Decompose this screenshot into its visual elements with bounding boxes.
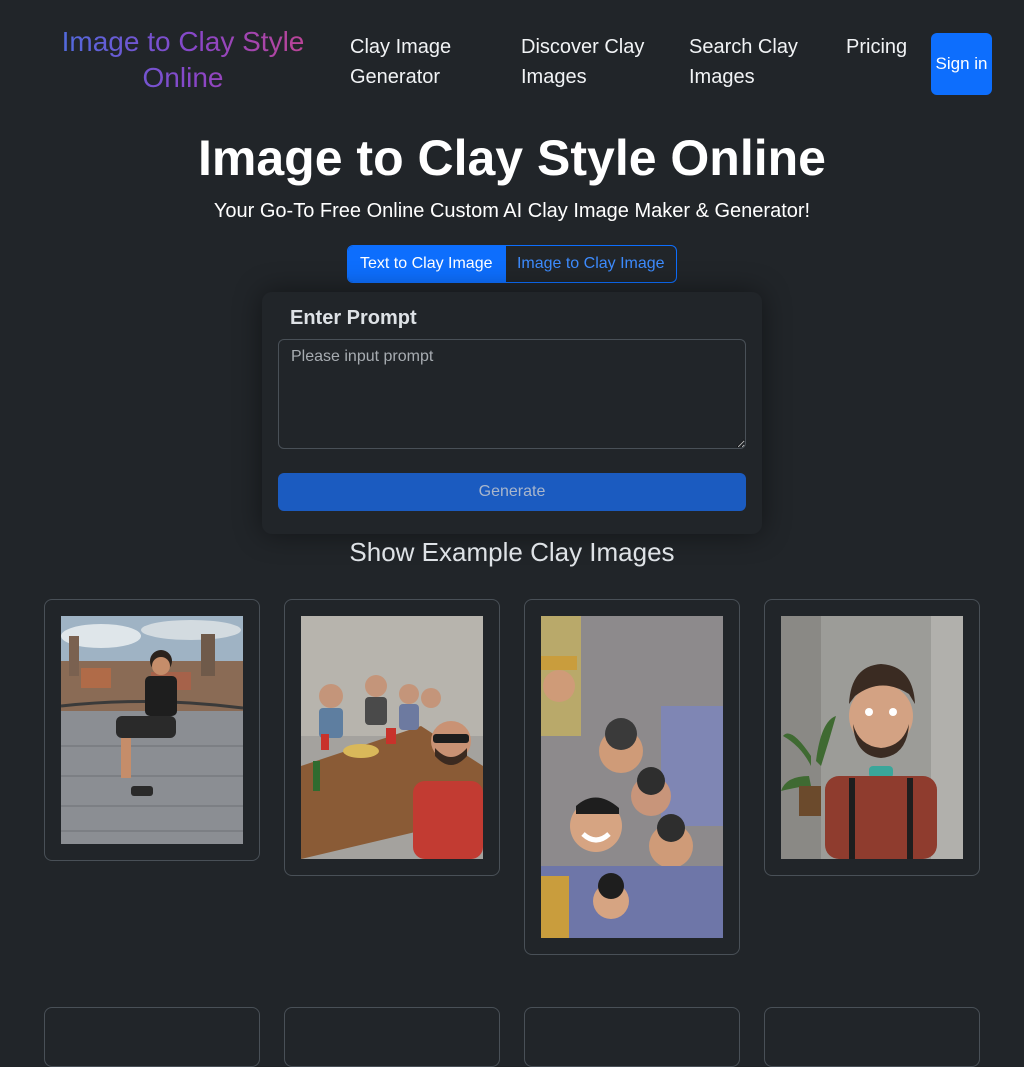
nav-discover-clay-images[interactable]: Discover Clay Images <box>521 32 661 92</box>
example-card-5[interactable] <box>44 1007 260 1067</box>
example-image-3 <box>541 616 723 938</box>
example-card-1[interactable] <box>44 599 260 861</box>
example-image-1 <box>61 616 243 844</box>
generate-button[interactable]: Generate <box>278 473 746 511</box>
nav-pricing[interactable]: Pricing <box>846 32 926 62</box>
tab-image-to-clay-image[interactable]: Image to Clay Image <box>504 246 676 282</box>
prompt-input[interactable] <box>278 339 746 449</box>
brand-logo-link[interactable]: Image to Clay Style Online <box>44 24 322 96</box>
tab-text-to-clay-image[interactable]: Text to Clay Image <box>348 246 505 282</box>
example-card-2[interactable] <box>284 599 500 876</box>
nav-search-clay-images[interactable]: Search Clay Images <box>689 32 819 92</box>
example-image-2 <box>301 616 483 859</box>
examples-heading: Show Example Clay Images <box>349 537 675 567</box>
example-card-4[interactable] <box>764 599 980 876</box>
mode-toggle: Text to Clay Image Image to Clay Image <box>347 245 677 283</box>
example-card-7[interactable] <box>524 1007 740 1067</box>
nav-clay-image-generator[interactable]: Clay Image Generator <box>350 32 490 92</box>
example-card-6[interactable] <box>284 1007 500 1067</box>
page-subtitle: Your Go-To Free Online Custom AI Clay Im… <box>213 200 811 222</box>
prompt-label: Enter Prompt <box>290 307 417 329</box>
example-card-8[interactable] <box>764 1007 980 1067</box>
sign-in-button[interactable]: Sign in <box>931 33 992 95</box>
example-card-3[interactable] <box>524 599 740 955</box>
page-title: Image to Clay Style Online <box>198 130 826 186</box>
example-image-4 <box>781 616 963 859</box>
